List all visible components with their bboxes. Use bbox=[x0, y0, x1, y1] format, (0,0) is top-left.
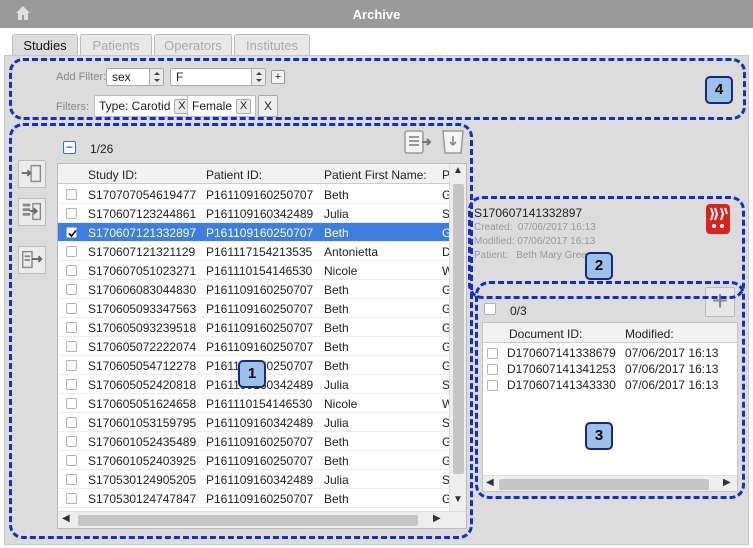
callout-badge-2: 2 bbox=[585, 252, 613, 280]
tab-bar: Studies Patients Operators Institutes bbox=[0, 28, 753, 57]
callout-badge-4: 4 bbox=[705, 76, 733, 104]
tab-institutes[interactable]: Institutes bbox=[234, 34, 310, 56]
callout-frame-filters bbox=[9, 58, 746, 120]
window-title: Archive bbox=[352, 7, 401, 22]
title-bar: Archive bbox=[0, 0, 753, 28]
tab-studies[interactable]: Studies bbox=[12, 34, 78, 57]
callout-frame-studies bbox=[9, 123, 473, 539]
callout-badge-1: 1 bbox=[238, 360, 266, 388]
callout-badge-3: 3 bbox=[585, 422, 613, 450]
tab-operators[interactable]: Operators bbox=[154, 34, 232, 56]
tab-patients[interactable]: Patients bbox=[80, 34, 152, 56]
callout-frame-documents bbox=[475, 281, 745, 499]
